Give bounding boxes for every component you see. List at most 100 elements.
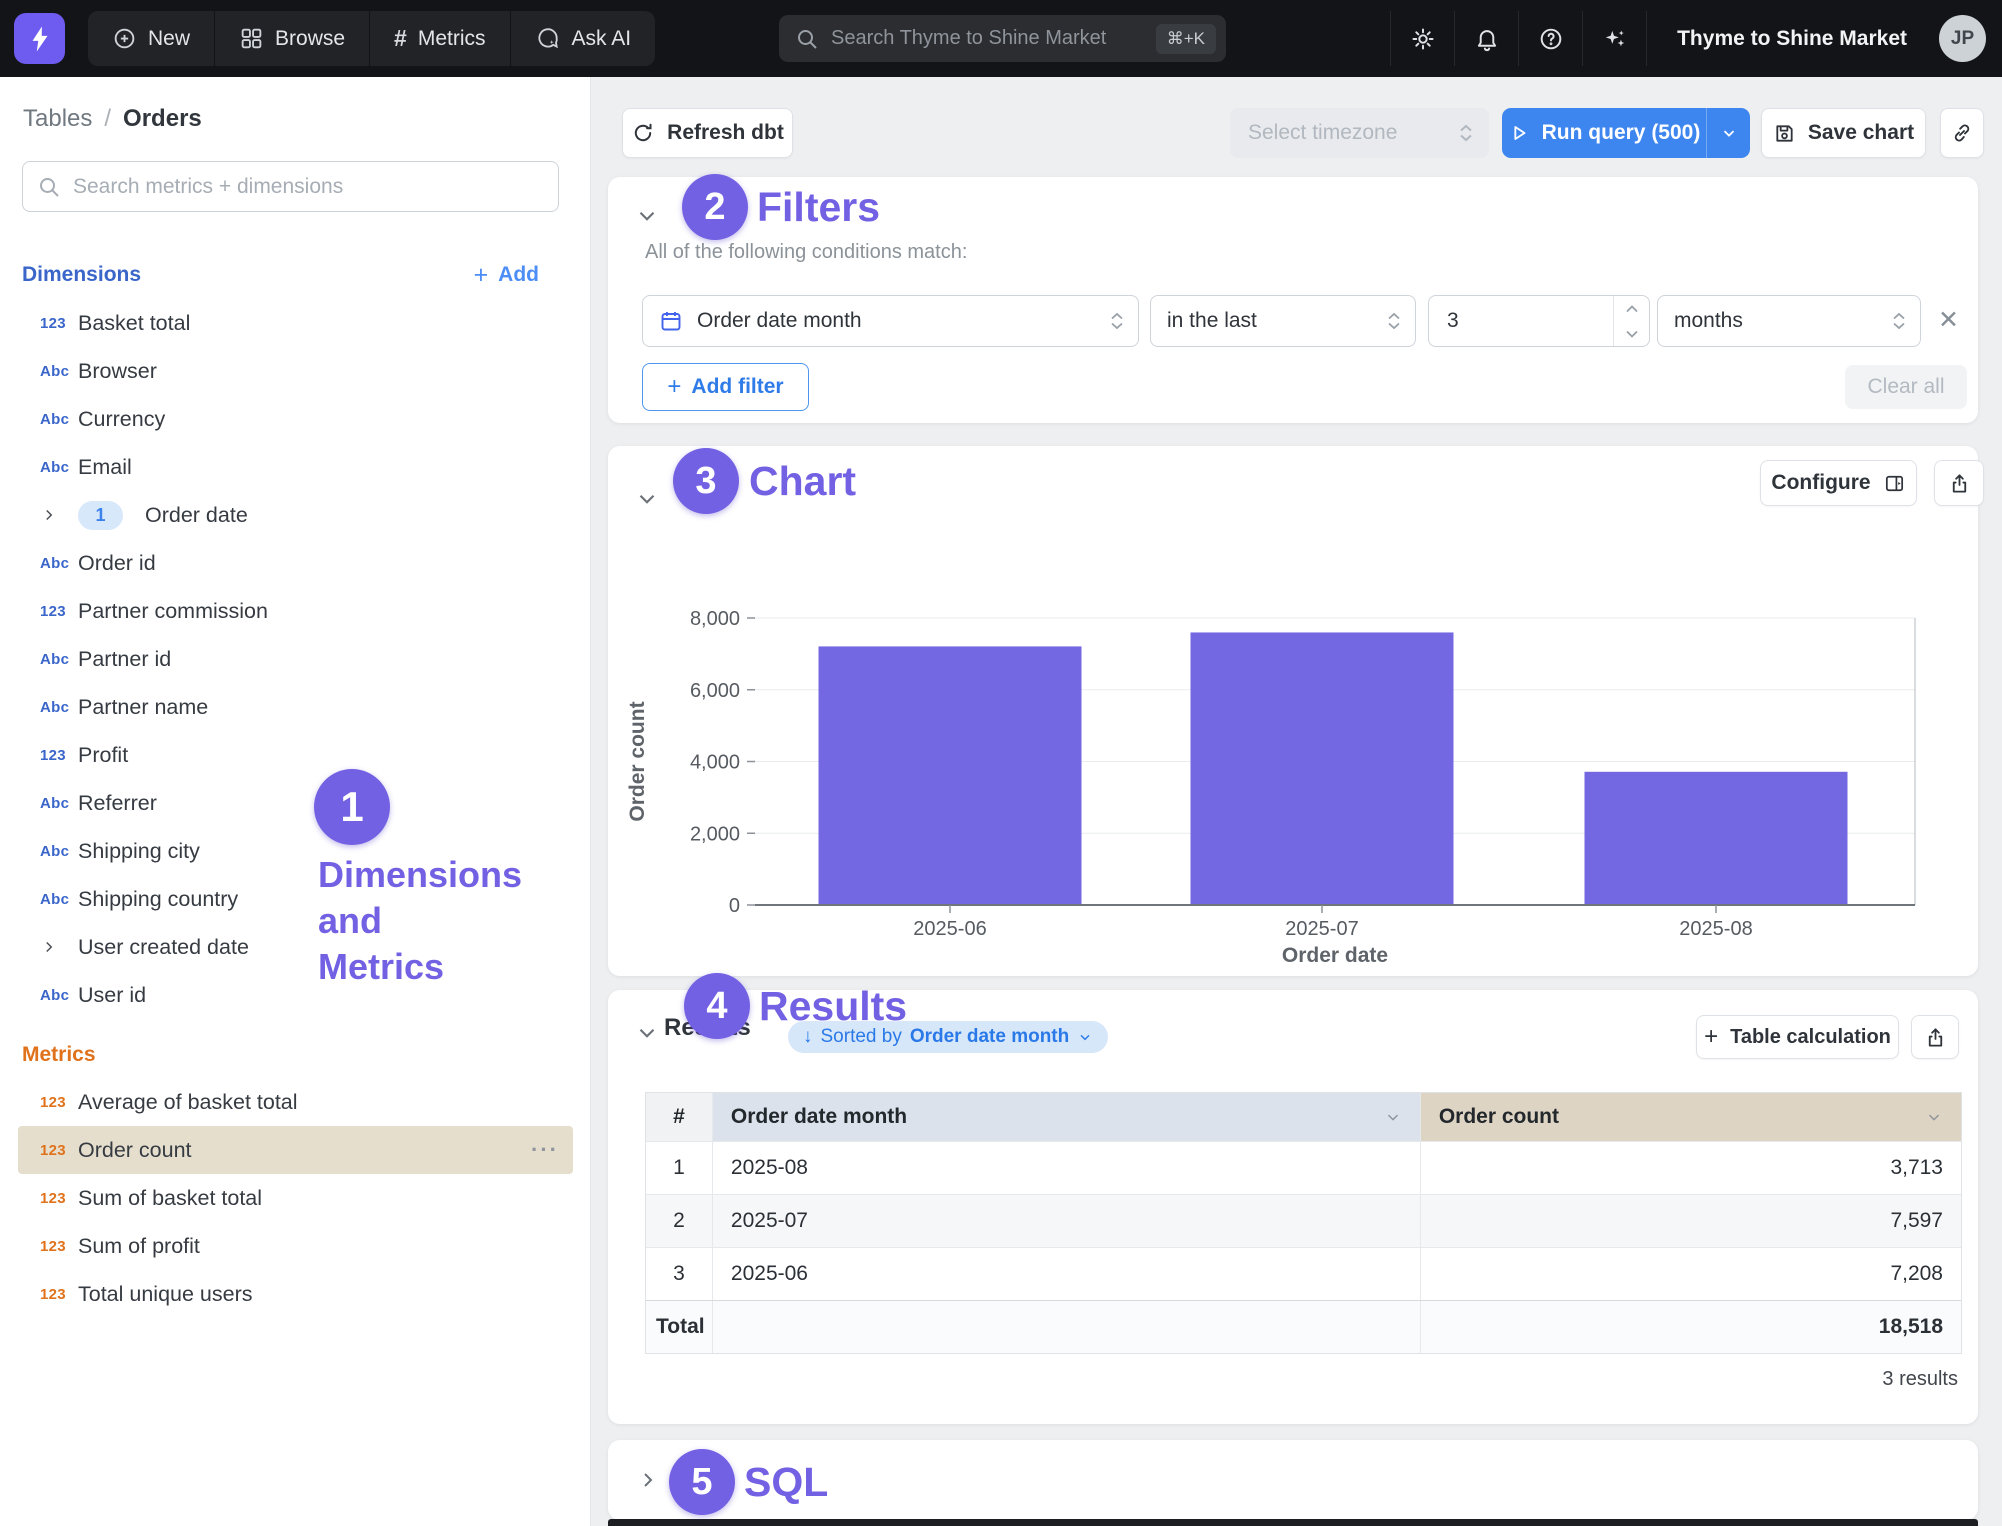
sidebar-item-profit[interactable]: 123Profit — [0, 731, 591, 779]
breadcrumb-tables-link[interactable]: Tables — [23, 105, 92, 133]
sidebar-metric-total-unique-users[interactable]: 123Total unique users — [0, 1270, 591, 1318]
sidebar-metric-order-count[interactable]: 123Order count··· — [18, 1126, 573, 1174]
sidebar-item-browser[interactable]: AbcBrowser — [0, 347, 591, 395]
timezone-select[interactable]: Select timezone — [1230, 108, 1489, 158]
avatar[interactable]: JP — [1939, 15, 1986, 62]
sidebar-item-label: Sum of profit — [78, 1234, 200, 1259]
global-search-input[interactable]: Search Thyme to Shine Market ⌘+K — [779, 15, 1226, 62]
svg-text:2025-07: 2025-07 — [1285, 918, 1358, 940]
share-icon — [1924, 1026, 1947, 1049]
sidebar-item-partner-name[interactable]: AbcPartner name — [0, 683, 591, 731]
more-options-icon[interactable]: ··· — [531, 1137, 559, 1163]
nav-ask-ai-button[interactable]: Ask AI — [511, 11, 656, 66]
sidebar-item-referrer[interactable]: AbcReferrer — [0, 779, 591, 827]
column-header-count[interactable]: Order count — [1421, 1093, 1961, 1141]
row-index-cell: 2 — [646, 1195, 713, 1247]
sidebar-item-email[interactable]: AbcEmail — [0, 443, 591, 491]
string-type-icon: Abc — [40, 795, 78, 812]
chart-card: Configure 02,0004,0006,0008,0002025-0620… — [608, 446, 1978, 976]
sidebar-metric-sum-of-profit[interactable]: 123Sum of profit — [0, 1222, 591, 1270]
notifications-button[interactable] — [1454, 11, 1518, 66]
sidebar-item-label: Browser — [78, 359, 157, 384]
table-calculation-button[interactable]: + Table calculation — [1696, 1015, 1899, 1059]
nav-new-button[interactable]: New — [88, 11, 215, 66]
nav-metrics-button[interactable]: # Metrics — [370, 11, 510, 66]
run-query-main[interactable]: Run query (500) — [1502, 121, 1706, 145]
clear-all-button[interactable]: Clear all — [1845, 365, 1967, 409]
annotation-1-circle: 1 — [314, 769, 390, 845]
sidebar-item-label: Total unique users — [78, 1282, 253, 1307]
org-name[interactable]: Thyme to Shine Market — [1646, 11, 1937, 66]
chart-collapse-chevron-icon[interactable] — [634, 486, 660, 512]
filter-unit-select[interactable]: months — [1657, 295, 1921, 347]
run-query-button[interactable]: Run query (500) — [1502, 108, 1750, 158]
filter-value-input[interactable]: 3 — [1428, 295, 1650, 347]
copy-link-button[interactable] — [1940, 108, 1984, 158]
total-month-cell — [713, 1301, 1421, 1353]
sidebar-metric-sum-of-basket-total[interactable]: 123Sum of basket total — [0, 1174, 591, 1222]
fields-search-input[interactable]: Search metrics + dimensions — [22, 161, 559, 212]
chevron-down-icon[interactable] — [1384, 1108, 1402, 1126]
sidebar-item-partner-commission[interactable]: 123Partner commission — [0, 587, 591, 635]
number-type-icon: 123 — [40, 747, 78, 764]
total-label: Total — [646, 1301, 713, 1353]
sidebar-item-currency[interactable]: AbcCurrency — [0, 395, 591, 443]
lightning-bolt-icon — [25, 24, 55, 54]
nav-ask-ai-label: Ask AI — [572, 27, 632, 51]
bar-chart[interactable]: 02,0004,0006,0008,0002025-062025-072025-… — [620, 576, 1950, 966]
add-dimension-button[interactable]: + Add — [474, 261, 539, 290]
number-type-icon: 123 — [40, 1190, 78, 1207]
column-header-month-label: Order date month — [731, 1105, 907, 1129]
play-icon — [1508, 122, 1530, 144]
chevron-down-icon[interactable] — [1925, 1108, 1943, 1126]
filter-field-select[interactable]: Order date month — [642, 295, 1139, 347]
select-caret-icon — [1385, 309, 1403, 333]
chevron-right-icon[interactable] — [40, 506, 78, 524]
remove-filter-button[interactable]: ✕ — [1938, 305, 1959, 335]
add-filter-button[interactable]: + Add filter — [642, 363, 809, 411]
results-total-row: Total 18,518 — [646, 1300, 1961, 1353]
sidebar-metric-average-of-basket-total[interactable]: 123Average of basket total — [0, 1078, 591, 1126]
sidebar-item-order-id[interactable]: AbcOrder id — [0, 539, 591, 587]
help-button[interactable] — [1518, 11, 1582, 66]
calendar-icon — [659, 309, 683, 333]
avatar-initials: JP — [1951, 28, 1974, 50]
save-chart-button[interactable]: Save chart — [1761, 108, 1926, 158]
sidebar-item-partner-id[interactable]: AbcPartner id — [0, 635, 591, 683]
refresh-dbt-button[interactable]: Refresh dbt — [622, 108, 793, 158]
sidebar-item-label: Email — [78, 455, 132, 480]
string-type-icon: Abc — [40, 411, 78, 428]
stepper-down-icon[interactable] — [1614, 321, 1649, 346]
table-row[interactable]: 32025-067,208 — [646, 1247, 1961, 1300]
ai-sparkles-button[interactable] — [1582, 11, 1646, 66]
number-type-icon: 123 — [40, 1238, 78, 1255]
nav-browse-button[interactable]: Browse — [215, 11, 370, 66]
sql-collapse-chevron-icon[interactable] — [636, 1468, 660, 1492]
sidebar-item-label: Shipping city — [78, 839, 200, 864]
month-cell: 2025-07 — [713, 1195, 1421, 1247]
annotation-3-circle: 3 — [673, 448, 739, 514]
chevron-right-icon[interactable] — [40, 938, 78, 956]
svg-text:2025-06: 2025-06 — [913, 918, 986, 940]
settings-button[interactable] — [1390, 11, 1454, 66]
results-collapse-chevron-icon[interactable] — [634, 1020, 660, 1046]
chevron-down-icon — [1720, 124, 1738, 142]
number-stepper[interactable] — [1613, 296, 1649, 346]
chart-export-button[interactable] — [1934, 460, 1984, 506]
annotation-5-label: SQL — [744, 1459, 828, 1506]
results-export-button[interactable] — [1911, 1015, 1959, 1059]
table-row[interactable]: 22025-077,597 — [646, 1194, 1961, 1247]
configure-button[interactable]: Configure — [1760, 460, 1917, 506]
table-row[interactable]: 12025-083,713 — [646, 1141, 1961, 1194]
filters-collapse-chevron-icon[interactable] — [634, 203, 660, 229]
sidebar-item-order-date[interactable]: 1Order date — [0, 491, 591, 539]
filter-operator-select[interactable]: in the last — [1150, 295, 1416, 347]
column-header-month[interactable]: Order date month — [713, 1093, 1421, 1141]
stepper-up-icon[interactable] — [1614, 296, 1649, 321]
sidebar-item-label: Profit — [78, 743, 128, 768]
sidebar-item-basket-total[interactable]: 123Basket total — [0, 299, 591, 347]
app-logo[interactable] — [14, 13, 65, 64]
column-header-index[interactable]: # — [646, 1093, 713, 1141]
run-query-dropdown[interactable] — [1706, 108, 1750, 158]
string-type-icon: Abc — [40, 651, 78, 668]
